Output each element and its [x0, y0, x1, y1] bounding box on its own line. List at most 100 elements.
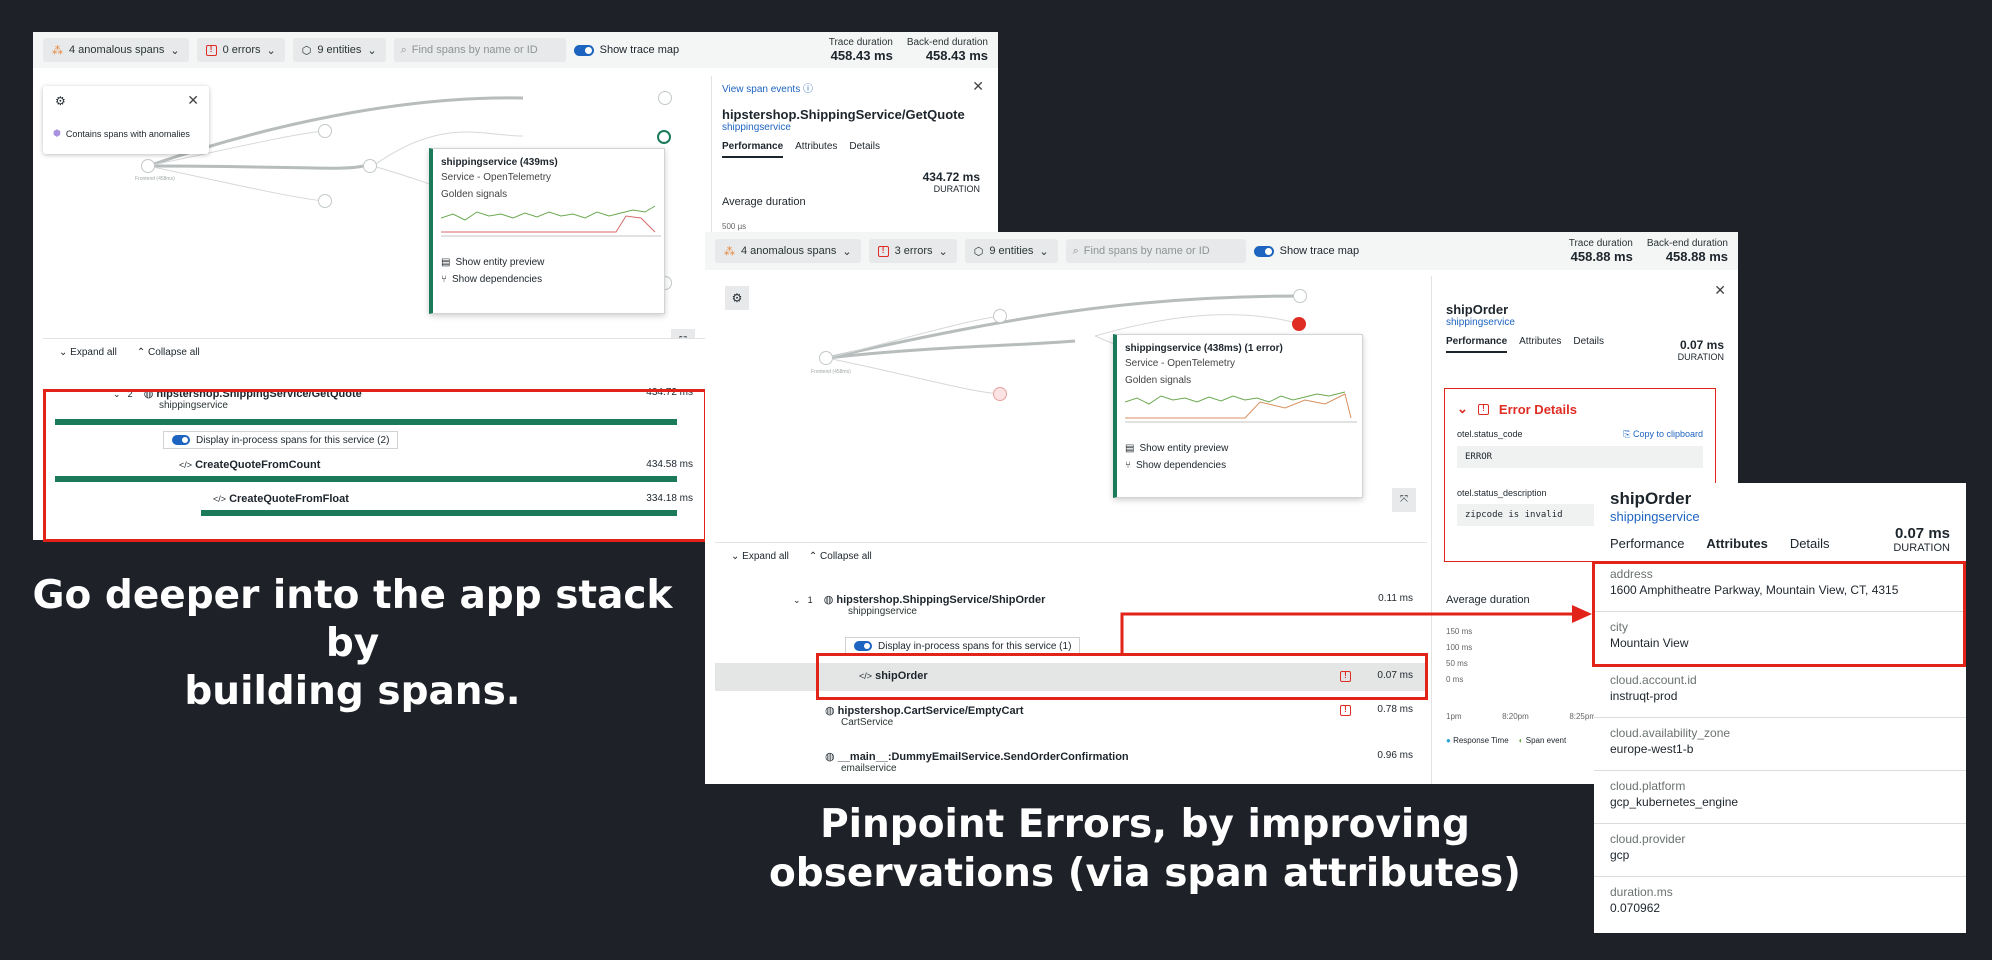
filter-settings-icon[interactable]: ⚙: [55, 94, 66, 108]
trace-map-toggle[interactable]: Show trace map: [573, 44, 679, 56]
tab-performance[interactable]: Performance: [1610, 536, 1684, 551]
tab-details[interactable]: Details: [1573, 336, 1604, 353]
map-node[interactable]: [658, 91, 672, 105]
map-node[interactable]: [993, 387, 1007, 401]
tab-attributes[interactable]: Attributes: [1519, 336, 1561, 353]
anomaly-icon: ⁂: [724, 245, 735, 258]
chevron-down-icon: ⌄: [1039, 245, 1049, 258]
duration-summary: Trace duration 458.88 ms Back-end duratio…: [1568, 238, 1728, 264]
entity-icon: ⬡: [973, 245, 984, 258]
collapse-all-button[interactable]: ⌃ Collapse all: [809, 551, 872, 562]
show-entity-preview[interactable]: ▤ Show entity preview: [1125, 443, 1354, 454]
toggle-switch[interactable]: [1253, 245, 1274, 257]
map-node-label: Frontend (458ms): [135, 176, 175, 182]
globe-icon: ◍: [825, 751, 835, 763]
trace-map-toggle[interactable]: Show trace map: [1253, 245, 1359, 257]
map-node-frontend[interactable]: [819, 351, 833, 365]
tab-attributes[interactable]: Attributes: [1706, 536, 1767, 551]
chevron-down-icon: ⌄: [842, 245, 852, 258]
show-dependencies[interactable]: ⑂ Show dependencies: [441, 274, 656, 285]
search-icon: ⌕: [1072, 244, 1079, 257]
preview-icon: ▤: [1125, 443, 1135, 454]
duration-summary: Trace duration 458.43 ms Back-end duratio…: [828, 37, 988, 63]
info-icon: ⓘ: [802, 84, 813, 95]
attributes-panel: shipOrder shippingservice Performance At…: [1594, 483, 1966, 933]
toggle-switch[interactable]: [573, 44, 594, 56]
dependencies-icon: ⑂: [1125, 460, 1131, 471]
attribute-row: cloud.platform gcp_kubernetes_engine: [1594, 771, 1966, 824]
span-row[interactable]: ◍ hipstershop.CartService/EmptyCart ! 0.…: [825, 704, 1413, 728]
tab-attributes[interactable]: Attributes: [795, 141, 837, 158]
errors-filter[interactable]: ! 3 errors ⌄: [868, 239, 957, 263]
chevron-down-icon: ⌄: [266, 44, 276, 57]
map-node[interactable]: [363, 159, 377, 173]
tab-performance[interactable]: Performance: [1446, 336, 1508, 353]
expand-all-button[interactable]: ⌄ Expand all: [59, 347, 117, 358]
highlight-shiporder-row: [816, 653, 1428, 700]
toggle-switch[interactable]: [854, 641, 872, 651]
span-search-input[interactable]: ⌕ Find spans by name or ID: [1065, 239, 1246, 263]
screen2-panel: ⁂ 4 anomalous spans ⌄ ! 3 errors ⌄ ⬡ 9 entiti…: [705, 232, 1738, 784]
map-node[interactable]: [993, 309, 1007, 323]
entities-filter[interactable]: ⬡ 9 entities ⌄: [964, 239, 1058, 263]
right-caption: Pinpoint Errors, by improving observatio…: [768, 802, 1522, 896]
hexagon-icon: ⬢: [53, 128, 61, 138]
preview-icon: ▤: [441, 257, 451, 268]
screen1-trace-map[interactable]: Frontend (458ms) shippingservice (439ms)…: [43, 76, 706, 358]
highlight-span-tree: [43, 389, 707, 542]
map-node-frontend[interactable]: [141, 159, 155, 173]
show-dependencies[interactable]: ⑂ Show dependencies: [1125, 460, 1354, 471]
screen1-service-tooltip: shippingservice (439ms) Service - OpenTe…: [429, 148, 665, 314]
span-search-input[interactable]: ⌕ Find spans by name or ID: [393, 38, 566, 62]
screen1-toolbar: ⁂ 4 anomalous spans ⌄ ! 0 errors ⌄ ⬡ 9 entiti…: [33, 32, 998, 68]
errors-filter[interactable]: ! 0 errors ⌄: [196, 38, 285, 62]
anomaly-icon: ⁂: [52, 44, 63, 57]
search-icon: ⌕: [400, 43, 407, 56]
collapse-all-button[interactable]: ⌃ Collapse all: [137, 347, 200, 358]
map-node[interactable]: [318, 124, 332, 138]
error-icon: !: [1340, 705, 1351, 716]
chevron-down-icon: ⌄: [938, 245, 948, 258]
golden-signals-sparkline: [440, 205, 661, 237]
close-icon[interactable]: ✕: [972, 78, 984, 95]
attribute-row: cloud.availability_zone europe-west1-b: [1594, 718, 1966, 771]
map-node-shipping[interactable]: [657, 130, 671, 144]
left-caption: Go deeper into the app stack by building…: [32, 573, 673, 714]
chevron-down-icon[interactable]: ⌄: [1457, 401, 1468, 417]
close-icon[interactable]: ✕: [187, 92, 199, 109]
detail-tabs: Performance Attributes Details: [722, 141, 988, 158]
map-node[interactable]: [318, 194, 332, 208]
clipboard-icon: ⎘: [1623, 429, 1631, 439]
fit-view-button[interactable]: ⤧: [1392, 488, 1416, 512]
close-icon[interactable]: ✕: [1714, 282, 1726, 299]
span-list-controls: ⌄ Expand all ⌃ Collapse all: [43, 339, 706, 366]
attribute-row: duration.ms 0.070962: [1610, 885, 1673, 915]
screen2-service-tooltip: shippingservice (438ms) (1 error) Servic…: [1113, 334, 1363, 498]
anomalous-spans-filter[interactable]: ⁂ 4 anomalous spans ⌄: [715, 239, 861, 263]
screen2-toolbar: ⁂ 4 anomalous spans ⌄ ! 3 errors ⌄ ⬡ 9 entiti…: [705, 232, 1738, 270]
screen2-trace-map[interactable]: ⚙ Frontend (458ms) shippingservice (438m…: [715, 276, 1427, 566]
anomalous-spans-filter[interactable]: ⁂ 4 anomalous spans ⌄: [43, 38, 189, 62]
chevron-down-icon: ⌄: [793, 595, 801, 605]
span-row[interactable]: ⌄ 1 ◍ hipstershop.ShippingService/ShipOr…: [793, 593, 1413, 617]
map-legend-popover: ⚙ ✕ ⬢ Contains spans with anomalies: [43, 86, 209, 154]
span-list-controls: ⌄ Expand all ⌃ Collapse all: [715, 543, 1427, 570]
map-node-shipping-error[interactable]: [1292, 317, 1306, 331]
globe-icon: ◍: [823, 594, 834, 606]
error-icon: !: [877, 245, 889, 257]
tab-details[interactable]: Details: [1790, 536, 1830, 551]
entities-filter[interactable]: ⬡ 9 entities ⌄: [292, 38, 386, 62]
show-entity-preview[interactable]: ▤ Show entity preview: [441, 257, 656, 268]
map-node[interactable]: [1293, 289, 1307, 303]
span-row[interactable]: ◍ __main__:DummyEmailService.SendOrderCo…: [825, 750, 1413, 774]
view-span-events-link[interactable]: View span events ⓘ: [722, 80, 988, 95]
tab-details[interactable]: Details: [849, 141, 880, 158]
tab-performance[interactable]: Performance: [722, 141, 784, 158]
chevron-down-icon: ⌄: [170, 44, 180, 57]
chart-legend: ● Response Time ◐ Span event: [1446, 736, 1567, 745]
copy-to-clipboard[interactable]: ⎘ Copy to clipboard: [1623, 429, 1703, 440]
chevron-down-icon: ⌄: [367, 44, 377, 57]
dependencies-icon: ⑂: [441, 274, 447, 285]
map-node-label: Frontend (458ms): [811, 369, 851, 375]
expand-all-button[interactable]: ⌄ Expand all: [731, 551, 789, 562]
